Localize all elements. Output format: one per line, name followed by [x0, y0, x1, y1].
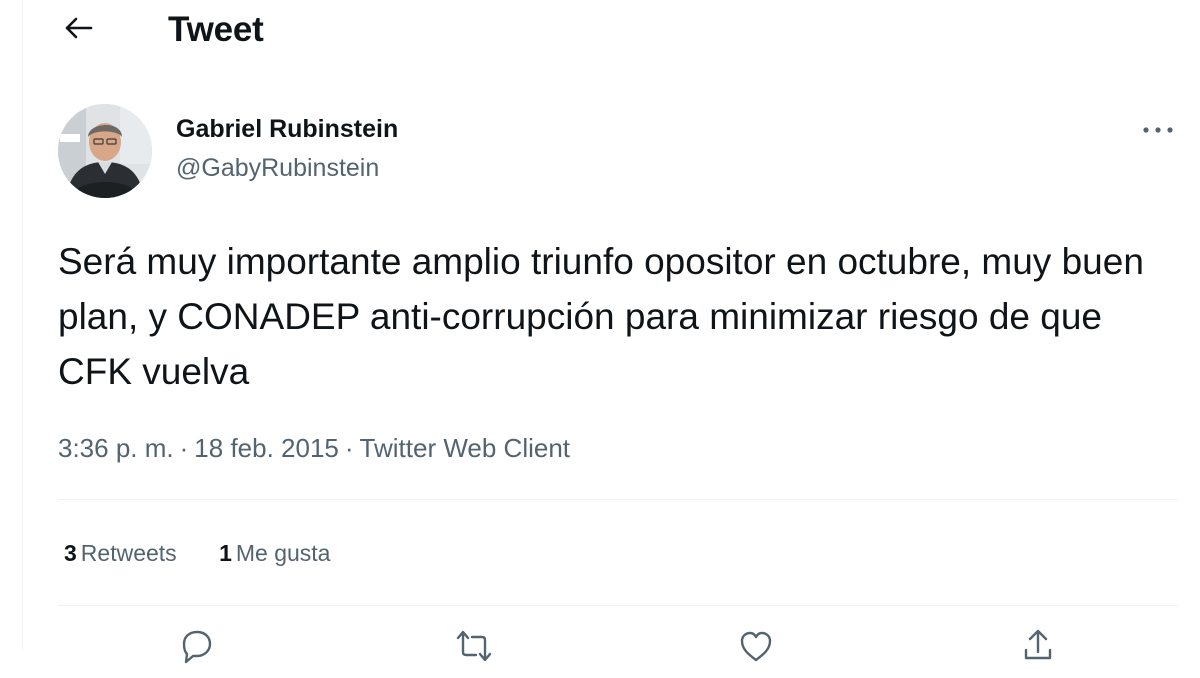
share-button[interactable] [1018, 626, 1058, 666]
reply-button[interactable] [176, 626, 216, 666]
page-header: Tweet [0, 0, 1200, 60]
page-title: Tweet [168, 10, 264, 49]
likes-count: 1 [219, 540, 232, 566]
author-handle[interactable]: @GabyRubinstein [176, 153, 379, 183]
divider [58, 605, 1178, 606]
meta-separator: · [179, 433, 189, 463]
tweet-time[interactable]: 3:36 p. m. [58, 433, 174, 463]
column-border [22, 0, 23, 650]
more-options-button[interactable] [1136, 112, 1180, 148]
retweets-label: Retweets [80, 540, 177, 566]
tweet-text: Será muy importante amplio triunfo oposi… [58, 241, 1144, 392]
more-horizontal-icon [1142, 121, 1174, 139]
tweet-page: Tweet Gabriel Rubinstein @GabyRubinstein [0, 0, 1200, 664]
tweet-client[interactable]: Twitter Web Client [360, 433, 570, 463]
reply-icon [176, 626, 216, 671]
tweet-stats: 3 Retweets 1 Me gusta [64, 538, 330, 568]
back-button[interactable] [56, 8, 100, 52]
tweet-date[interactable]: 18 feb. 2015 [194, 433, 339, 463]
avatar[interactable] [58, 104, 152, 198]
retweets-count: 3 [64, 540, 77, 566]
divider [58, 499, 1178, 500]
share-icon [1018, 626, 1058, 671]
heart-icon [736, 626, 776, 671]
likes-label: Me gusta [235, 540, 331, 566]
retweets-stat[interactable]: 3 Retweets [64, 538, 177, 568]
arrow-left-icon [63, 16, 93, 45]
likes-stat[interactable]: 1 Me gusta [219, 538, 330, 568]
like-button[interactable] [736, 626, 776, 666]
author-display-name[interactable]: Gabriel Rubinstein [176, 114, 398, 144]
meta-separator: · [344, 433, 354, 463]
retweet-icon [454, 626, 494, 671]
retweet-button[interactable] [454, 626, 494, 666]
tweet-metadata: 3:36 p. m. · 18 feb. 2015 · Twitter Web Clie… [58, 432, 570, 464]
action-bar [58, 618, 1178, 678]
